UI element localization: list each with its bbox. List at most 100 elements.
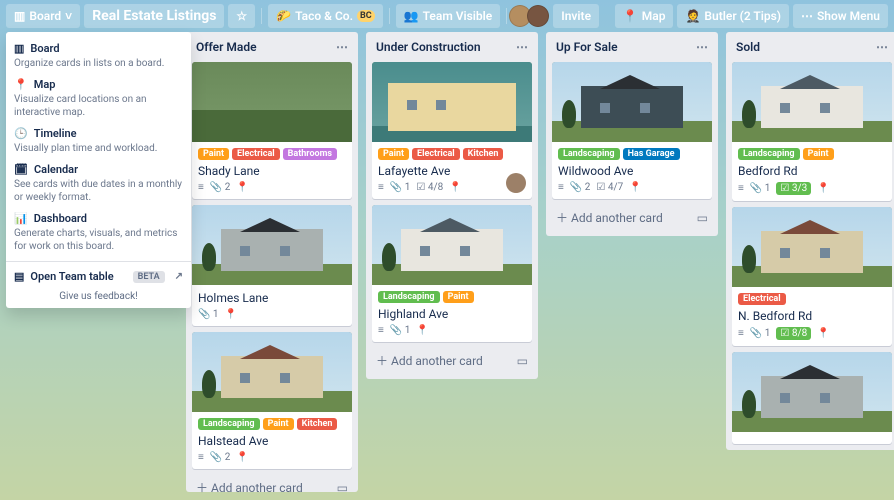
card[interactable]: ElectricalN. Bedford Rd≡📎 1☑ 8/8📍 <box>732 207 892 346</box>
card-badges: ≡📎 2☑ 4/7📍 <box>558 182 706 193</box>
card[interactable]: LandscapingPaintBedford Rd≡📎 1☑ 3/3📍 <box>732 62 892 201</box>
location-icon: 📍 <box>416 325 428 336</box>
card-labels: PaintElectricalBathrooms <box>198 148 346 160</box>
butler-button[interactable]: 🤵 Butler (2 Tips) <box>677 4 789 28</box>
label-landscaping[interactable]: Landscaping <box>198 418 260 430</box>
view-menu-item-dashboard[interactable]: 📊DashboardGenerate charts, visuals, and … <box>14 208 183 257</box>
card-badges: ≡📎 1☑ 8/8📍 <box>738 327 886 340</box>
description-icon: ≡ <box>558 182 564 193</box>
add-card-button[interactable]: Add another card▭ <box>192 475 352 500</box>
view-menu-icon: 🕒 <box>14 127 28 140</box>
label-bathrooms[interactable]: Bathrooms <box>283 148 337 160</box>
list-menu-button[interactable]: ⋯ <box>516 40 528 54</box>
view-switcher-button[interactable]: ▥ Board ˅ <box>6 4 80 28</box>
list-menu-button[interactable]: ⋯ <box>696 40 708 54</box>
card-template-icon[interactable]: ▭ <box>337 481 348 495</box>
card-title: Lafayette Ave <box>378 164 526 178</box>
label-paint[interactable]: Paint <box>378 148 409 160</box>
attachment-badge: 📎 1 <box>198 309 219 320</box>
card-title: Bedford Rd <box>738 164 886 178</box>
list-title[interactable]: Offer Made <box>196 40 257 54</box>
attachment-badge: 📎 1 <box>750 183 771 194</box>
label-paint[interactable]: Paint <box>803 148 834 160</box>
location-icon: 📍 <box>236 452 248 463</box>
invite-button[interactable]: Invite <box>553 4 599 28</box>
label-landscaping[interactable]: Landscaping <box>378 291 440 303</box>
view-menu-item-calendar[interactable]: 🗓CalendarSee cards with due dates in a m… <box>14 159 183 208</box>
card-labels: LandscapingPaint <box>738 148 886 160</box>
card-member-avatar[interactable] <box>506 173 526 193</box>
list-menu-button[interactable]: ⋯ <box>876 40 888 54</box>
label-electrical[interactable]: Electrical <box>738 293 786 305</box>
view-menu-item-title: Board <box>30 42 59 55</box>
attachment-badge: 📎 1 <box>390 325 411 336</box>
attachment-badge: 📎 2 <box>210 182 231 193</box>
card[interactable]: LandscapingPaintKitchenHalstead Ave≡📎 2📍 <box>192 332 352 469</box>
card[interactable]: LandscapingPaint Highland Ave ≡ 📎 1 📍 <box>372 205 532 342</box>
label-landscaping[interactable]: Landscaping <box>738 148 800 160</box>
view-menu-item-title: Timeline <box>34 127 77 140</box>
card[interactable]: Holmes Lane 📎 1📍 <box>192 205 352 326</box>
location-icon: 📍 <box>817 328 829 339</box>
view-menu-item-title: Calendar <box>34 163 78 176</box>
map-button[interactable]: 📍 Map <box>615 4 674 28</box>
label-landscaping[interactable]: Landscaping <box>558 148 620 160</box>
card-template-icon[interactable]: ▭ <box>517 354 528 368</box>
divider <box>261 8 262 24</box>
card-template-icon[interactable]: ▭ <box>697 211 708 225</box>
card[interactable]: LandscapingHas Garage Wildwood Ave ≡📎 2☑ 4… <box>552 62 712 199</box>
card[interactable]: PaintElectricalKitchenLafayette Ave≡📎 1☑… <box>372 62 532 199</box>
view-menu-item-map[interactable]: 📍MapVisualize card locations on an inter… <box>14 74 183 123</box>
card[interactable] <box>732 352 892 444</box>
divider <box>506 8 507 24</box>
attachment-badge: 📎 1 <box>390 182 411 193</box>
label-electrical[interactable]: Electrical <box>412 148 460 160</box>
label-paint[interactable]: Paint <box>443 291 474 303</box>
member-avatars[interactable] <box>513 5 549 27</box>
open-team-table[interactable]: ▤Open Team table BETA ↗ <box>14 266 183 287</box>
add-card-label: Add another card <box>376 352 483 369</box>
card-badges: ≡📎 2📍 <box>198 182 346 193</box>
view-menu-item-desc: Visualize card locations on an interacti… <box>14 93 183 119</box>
card-title: Highland Ave <box>378 307 526 321</box>
description-icon: ≡ <box>378 325 384 336</box>
list-title[interactable]: Under Construction <box>376 40 481 54</box>
label-kitchen[interactable]: Kitchen <box>297 418 338 430</box>
label-paint[interactable]: Paint <box>198 148 229 160</box>
board-title[interactable]: Real Estate Listings <box>84 4 224 28</box>
label-kitchen[interactable]: Kitchen <box>463 148 504 160</box>
card-labels: LandscapingHas Garage <box>558 148 706 160</box>
card-title: Holmes Lane <box>198 291 346 305</box>
label-electrical[interactable]: Electrical <box>232 148 280 160</box>
team-bc-tag: BC <box>357 10 375 22</box>
list-title[interactable]: Up For Sale <box>556 40 618 54</box>
view-menu-item-board[interactable]: ▥BoardOrganize cards in lists on a board… <box>14 38 183 74</box>
view-menu-item-timeline[interactable]: 🕒 Timeline Visually plan time and workload… <box>14 123 183 159</box>
checklist-badge: ☑ 4/7 <box>596 182 623 193</box>
card-title: Halstead Ave <box>198 434 346 448</box>
card-badges: 📎 1📍 <box>198 309 346 320</box>
list-menu-button[interactable]: ⋯ <box>336 40 348 54</box>
team-button[interactable]: 🌮 Taco & Co. BC <box>268 4 382 28</box>
view-menu-item-desc: See cards with due dates in a monthly or… <box>14 178 183 204</box>
show-menu-button[interactable]: ⋯ Show Menu <box>793 4 888 28</box>
add-card-button[interactable]: Add another card ▭ <box>372 348 532 373</box>
card-labels: LandscapingPaintKitchen <box>198 418 346 430</box>
board-canvas: ▥BoardOrganize cards in lists on a board… <box>0 32 894 500</box>
card-cover <box>372 62 532 142</box>
label-has-garage[interactable]: Has Garage <box>623 148 680 160</box>
avatar[interactable] <box>527 5 549 27</box>
view-menu-icon: 📊 <box>14 212 28 225</box>
label-paint[interactable]: Paint <box>263 418 294 430</box>
card-cover <box>192 332 352 412</box>
beta-tag: BETA <box>133 271 165 283</box>
card[interactable]: PaintElectricalBathroomsShady Lane≡📎 2📍 <box>192 62 352 199</box>
add-card-button[interactable]: Add another card▭ <box>552 205 712 230</box>
list-title[interactable]: Sold <box>736 40 760 54</box>
visibility-button[interactable]: 👥 Team Visible <box>396 4 501 28</box>
give-feedback-link[interactable]: Give us feedback! <box>14 287 183 302</box>
view-menu-item-desc: Visually plan time and workload. <box>14 142 183 155</box>
star-button[interactable]: ☆ <box>228 4 255 28</box>
board-header: ▥ Board ˅ Real Estate Listings ☆ 🌮 Taco … <box>0 0 894 32</box>
card-title: Wildwood Ave <box>558 164 706 178</box>
